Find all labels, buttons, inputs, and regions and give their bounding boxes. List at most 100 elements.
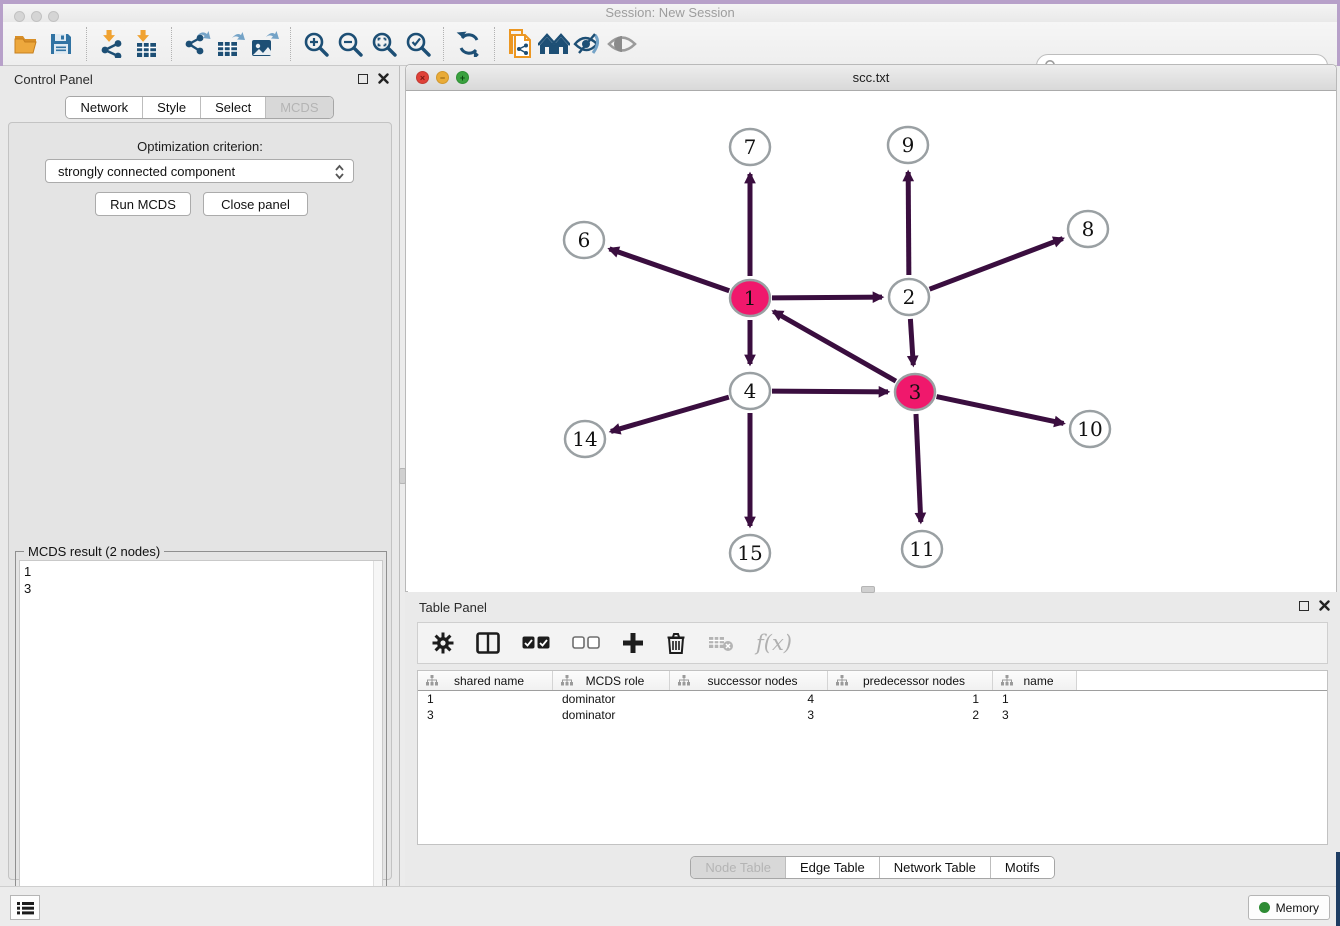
table-row[interactable]: 3dominator323 <box>418 707 1327 723</box>
maximize-window-button[interactable] <box>48 11 59 22</box>
graph-node-14[interactable]: 14 <box>565 421 605 457</box>
show-hidden-eye-icon[interactable] <box>605 26 639 62</box>
graph-edge-2-9[interactable] <box>908 172 909 275</box>
svg-text:15: 15 <box>737 541 762 565</box>
graph-node-9[interactable]: 9 <box>888 127 928 163</box>
network-window-titlebar[interactable]: × − + scc.txt <box>406 65 1336 91</box>
svg-text:10: 10 <box>1077 417 1102 441</box>
tab-network-table[interactable]: Network Table <box>880 857 991 878</box>
minimize-window-button[interactable] <box>31 11 42 22</box>
open-folder-icon[interactable] <box>10 26 44 62</box>
table-toolbar: f(x) <box>417 622 1328 664</box>
table-panel-tabs: Node TableEdge TableNetwork TableMotifs <box>405 856 1340 879</box>
table-cell: 2 <box>828 707 993 723</box>
clone-network-icon[interactable] <box>503 26 537 62</box>
select-all-checkboxes-icon[interactable] <box>522 636 550 650</box>
memory-button[interactable]: Memory <box>1248 895 1330 920</box>
import-table-icon[interactable] <box>129 26 163 62</box>
zoom-selected-icon[interactable] <box>401 26 435 62</box>
network-graph-canvas[interactable]: 7 9 6 8 1 2 4 3 14 10 15 11 <box>408 91 1336 593</box>
graph-node-8[interactable]: 8 <box>1068 211 1108 247</box>
tab-edge-table[interactable]: Edge Table <box>786 857 880 878</box>
graph-edge-4-14[interactable] <box>611 397 729 431</box>
graph-node-3[interactable]: 3 <box>895 374 935 410</box>
app-titlebar: Session: New Session <box>0 4 1340 22</box>
tab-style[interactable]: Style <box>143 97 201 118</box>
tab-motifs[interactable]: Motifs <box>991 857 1054 878</box>
add-column-plus-icon[interactable] <box>622 632 644 654</box>
export-table-icon[interactable] <box>214 26 248 62</box>
column-header-successor-nodes[interactable]: successor nodes <box>670 671 828 690</box>
window-controls <box>14 11 59 22</box>
graph-edge-1-6[interactable] <box>609 249 729 291</box>
gear-icon[interactable] <box>432 632 454 654</box>
split-pane-icon[interactable] <box>476 632 500 654</box>
run-mcds-button[interactable]: Run MCDS <box>95 192 191 216</box>
graph-node-10[interactable]: 10 <box>1070 411 1110 447</box>
graph-edge-4-3[interactable] <box>772 391 888 392</box>
float-panel-icon[interactable] <box>358 74 368 84</box>
column-header-MCDS-role[interactable]: MCDS role <box>553 671 670 690</box>
tab-node-table[interactable]: Node Table <box>691 857 786 878</box>
table-cell: 3 <box>670 707 828 723</box>
graph-edge-1-2[interactable] <box>772 297 882 298</box>
graph-node-4[interactable]: 4 <box>730 373 770 409</box>
tree-hierarchy-icon <box>1001 675 1013 686</box>
column-header-predecessor-nodes[interactable]: predecessor nodes <box>828 671 993 690</box>
graph-node-11[interactable]: 11 <box>902 531 942 567</box>
tree-hierarchy-icon <box>836 675 848 686</box>
node-table[interactable]: shared nameMCDS rolesuccessor nodesprede… <box>417 670 1328 845</box>
graph-edge-3-11[interactable] <box>916 414 921 522</box>
zoom-out-icon[interactable] <box>333 26 367 62</box>
zoom-in-icon[interactable] <box>299 26 333 62</box>
export-image-icon[interactable] <box>248 26 282 62</box>
column-header-name[interactable]: name <box>993 671 1077 690</box>
graph-edge-3-1[interactable] <box>773 311 895 381</box>
control-panel-tabs: NetworkStyleSelectMCDS <box>0 96 399 119</box>
graph-edge-2-3[interactable] <box>910 319 913 365</box>
deselect-all-checkboxes-icon[interactable] <box>572 636 600 650</box>
close-table-panel-icon[interactable] <box>1319 600 1330 611</box>
float-table-panel-icon[interactable] <box>1299 601 1309 611</box>
graph-node-2[interactable]: 2 <box>889 279 929 315</box>
vertical-splitter-handle[interactable] <box>399 468 406 484</box>
tree-hierarchy-icon <box>426 675 438 686</box>
graph-edge-3-10[interactable] <box>937 397 1064 424</box>
graph-edge-2-8[interactable] <box>930 239 1063 290</box>
task-history-list-icon[interactable] <box>10 895 40 920</box>
hide-selected-eye-slash-icon[interactable] <box>571 26 605 62</box>
graph-node-6[interactable]: 6 <box>564 222 604 258</box>
delete-column-trash-icon[interactable] <box>666 632 686 655</box>
select-stepper-icon <box>334 163 345 181</box>
refresh-layout-icon[interactable] <box>452 26 486 62</box>
horizontal-splitter-handle[interactable] <box>861 586 875 593</box>
graph-node-1[interactable]: 1 <box>730 280 770 316</box>
close-window-button[interactable] <box>14 11 25 22</box>
tab-select[interactable]: Select <box>201 97 266 118</box>
mcds-tab-content: Optimization criterion: strongly connect… <box>8 122 392 880</box>
zoom-fit-icon[interactable] <box>367 26 401 62</box>
mcds-result-line: 1 <box>24 563 378 580</box>
table-row[interactable]: 1dominator411 <box>418 691 1327 707</box>
node-table-body: 1dominator4113dominator323 <box>418 691 1327 723</box>
close-panel-button[interactable]: Close panel <box>203 192 308 216</box>
tree-hierarchy-icon <box>561 675 573 686</box>
toolbar-separator <box>443 27 444 61</box>
function-builder-icon: f(x) <box>756 631 792 655</box>
node-table-header: shared nameMCDS rolesuccessor nodesprede… <box>418 671 1327 691</box>
tab-mcds[interactable]: MCDS <box>266 97 332 118</box>
first-neighbors-icon[interactable] <box>537 26 571 62</box>
mcds-result-textarea[interactable]: 13 <box>19 560 383 926</box>
save-session-icon[interactable] <box>44 26 78 62</box>
toolbar-separator <box>494 27 495 61</box>
graph-node-15[interactable]: 15 <box>730 535 770 571</box>
close-panel-icon[interactable] <box>378 73 389 84</box>
tab-network[interactable]: Network <box>66 97 143 118</box>
optimization-criterion-select[interactable]: strongly connected component <box>45 159 354 183</box>
export-network-icon[interactable] <box>180 26 214 62</box>
status-bar: Memory <box>0 886 1340 926</box>
column-header-shared-name[interactable]: shared name <box>418 671 553 690</box>
import-network-icon[interactable] <box>95 26 129 62</box>
graph-node-7[interactable]: 7 <box>730 129 770 165</box>
result-scrollbar[interactable] <box>373 561 382 926</box>
